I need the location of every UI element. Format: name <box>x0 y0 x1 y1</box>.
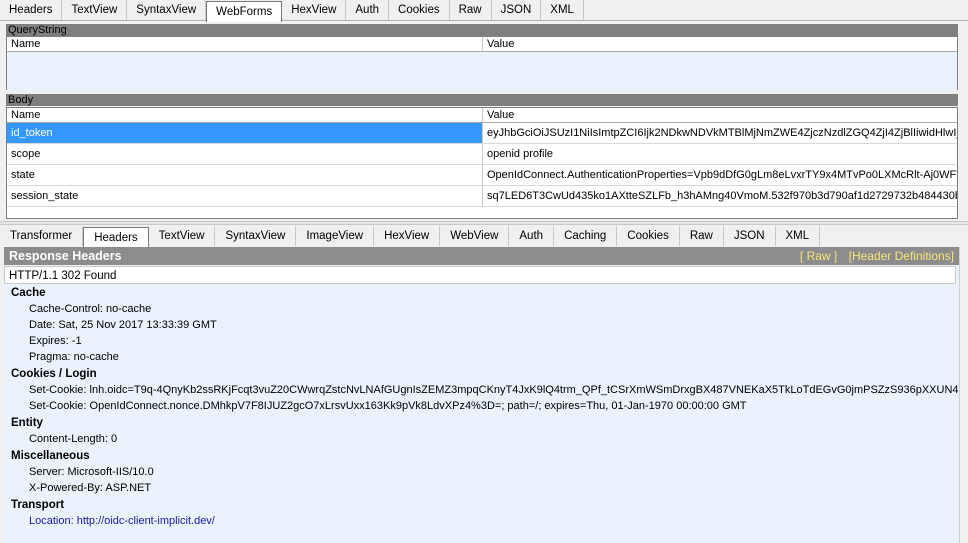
header-group-title[interactable]: Miscellaneous <box>4 448 960 464</box>
response-tab-raw[interactable]: Raw <box>680 226 724 246</box>
response-tab-textview[interactable]: TextView <box>149 226 216 246</box>
header-item[interactable]: Date: Sat, 25 Nov 2017 13:33:39 GMT <box>4 317 960 333</box>
response-tab-headers[interactable]: Headers <box>83 227 149 248</box>
response-headers-panel: Response Headers [ Raw ] [Header Definit… <box>4 247 960 543</box>
header-item[interactable]: Set-Cookie: lnh.oidc=T9q-4QnyKb2ssRKjFcq… <box>4 382 960 398</box>
request-tab-textview[interactable]: TextView <box>62 0 128 20</box>
response-tab-syntaxview[interactable]: SyntaxView <box>215 226 297 246</box>
qs-value-header[interactable]: Value <box>483 37 957 51</box>
header-item[interactable]: Server: Microsoft-IIS/10.0 <box>4 464 960 480</box>
response-tab-caching[interactable]: Caching <box>554 226 618 246</box>
vertical-scrollbar[interactable] <box>959 247 968 543</box>
horizontal-splitter[interactable] <box>0 221 968 225</box>
response-tab-webview[interactable]: WebView <box>440 226 510 246</box>
response-headers-title-bar: Response Headers [ Raw ] [Header Definit… <box>4 247 960 265</box>
body-row[interactable]: state OpenIdConnect.AuthenticationPropert… <box>7 165 957 186</box>
header-tree: Cache Cache-Control: no-cache Date: Sat, 2… <box>4 285 960 529</box>
body-row[interactable]: id_token eyJhbGciOiJSUzI1NiIsImtpZCI6Ijk2… <box>7 123 957 144</box>
response-tabbar: Transformer Headers TextView SyntaxView Imag… <box>0 226 968 248</box>
body-row-value[interactable]: sq7LED6T3CwUd435ko1AXtteSZLFb_h3hAMng40V… <box>483 186 957 206</box>
request-tab-raw[interactable]: Raw <box>450 0 492 20</box>
body-row-name[interactable]: id_token <box>7 123 483 143</box>
body-name-header[interactable]: Name <box>7 108 483 122</box>
response-tab-json[interactable]: JSON <box>724 226 776 246</box>
request-tabbar: Headers TextView SyntaxView WebForms HexView… <box>0 0 968 22</box>
body-row-name[interactable]: state <box>7 165 483 185</box>
header-group-title[interactable]: Cookies / Login <box>4 366 960 382</box>
qs-name-header[interactable]: Name <box>7 37 483 51</box>
header-item[interactable]: Cache-Control: no-cache <box>4 301 960 317</box>
body-row-name[interactable]: scope <box>7 144 483 164</box>
header-item[interactable]: Pragma: no-cache <box>4 349 960 365</box>
request-tab-webforms[interactable]: WebForms <box>206 1 283 22</box>
response-headers-title: Response Headers <box>9 249 122 263</box>
header-definitions-link[interactable]: [Header Definitions] <box>849 249 954 263</box>
header-item[interactable]: Set-Cookie: OpenIdConnect.nonce.DMhkpV7F… <box>4 398 960 414</box>
querystring-grid[interactable]: Name Value <box>6 36 958 90</box>
body-title: Body <box>6 94 958 106</box>
header-item[interactable]: Location: http://oidc-client-implicit.de… <box>4 513 960 529</box>
body-row[interactable]: scope openid profile <box>7 144 957 165</box>
raw-link[interactable]: [ Raw ] <box>800 249 837 263</box>
body-row-value[interactable]: eyJhbGciOiJSUzI1NiIsImtpZCI6Ijk2NDkwNDVk… <box>483 123 957 143</box>
header-group-title[interactable]: Transport <box>4 497 960 513</box>
header-group-title[interactable]: Entity <box>4 415 960 431</box>
body-row-name[interactable]: session_state <box>7 186 483 206</box>
response-tab-auth[interactable]: Auth <box>509 226 555 246</box>
body-value-header[interactable]: Value <box>483 108 957 122</box>
header-item[interactable]: Expires: -1 <box>4 333 960 349</box>
request-tab-headers[interactable]: Headers <box>0 0 63 20</box>
status-line: HTTP/1.1 302 Found <box>4 266 956 284</box>
request-tab-syntaxview[interactable]: SyntaxView <box>127 0 207 20</box>
body-grid[interactable]: Name Value id_token eyJhbGciOiJSUzI1NiIsI… <box>6 107 958 219</box>
header-group-title[interactable]: Cache <box>4 285 960 301</box>
header-item[interactable]: X-Powered-By: ASP.NET <box>4 480 960 496</box>
body-row-value[interactable]: openid profile <box>483 144 957 164</box>
response-tab-imageview[interactable]: ImageView <box>296 226 375 246</box>
response-tab-xml[interactable]: XML <box>776 226 821 246</box>
request-tab-cookies[interactable]: Cookies <box>389 0 450 20</box>
request-tab-auth[interactable]: Auth <box>346 0 390 20</box>
request-tab-json[interactable]: JSON <box>492 0 542 20</box>
response-tab-hexview[interactable]: HexView <box>374 226 441 246</box>
response-tab-transformer[interactable]: Transformer <box>0 226 84 246</box>
body-row[interactable]: session_state sq7LED6T3CwUd435ko1AXtteSZL… <box>7 186 957 207</box>
querystring-title: QueryString <box>6 24 958 36</box>
body-row-value[interactable]: OpenIdConnect.AuthenticationProperties=V… <box>483 165 957 185</box>
request-tab-hexview[interactable]: HexView <box>282 0 347 20</box>
response-tab-cookies[interactable]: Cookies <box>617 226 680 246</box>
header-item[interactable]: Content-Length: 0 <box>4 431 960 447</box>
request-tab-xml[interactable]: XML <box>541 0 584 20</box>
